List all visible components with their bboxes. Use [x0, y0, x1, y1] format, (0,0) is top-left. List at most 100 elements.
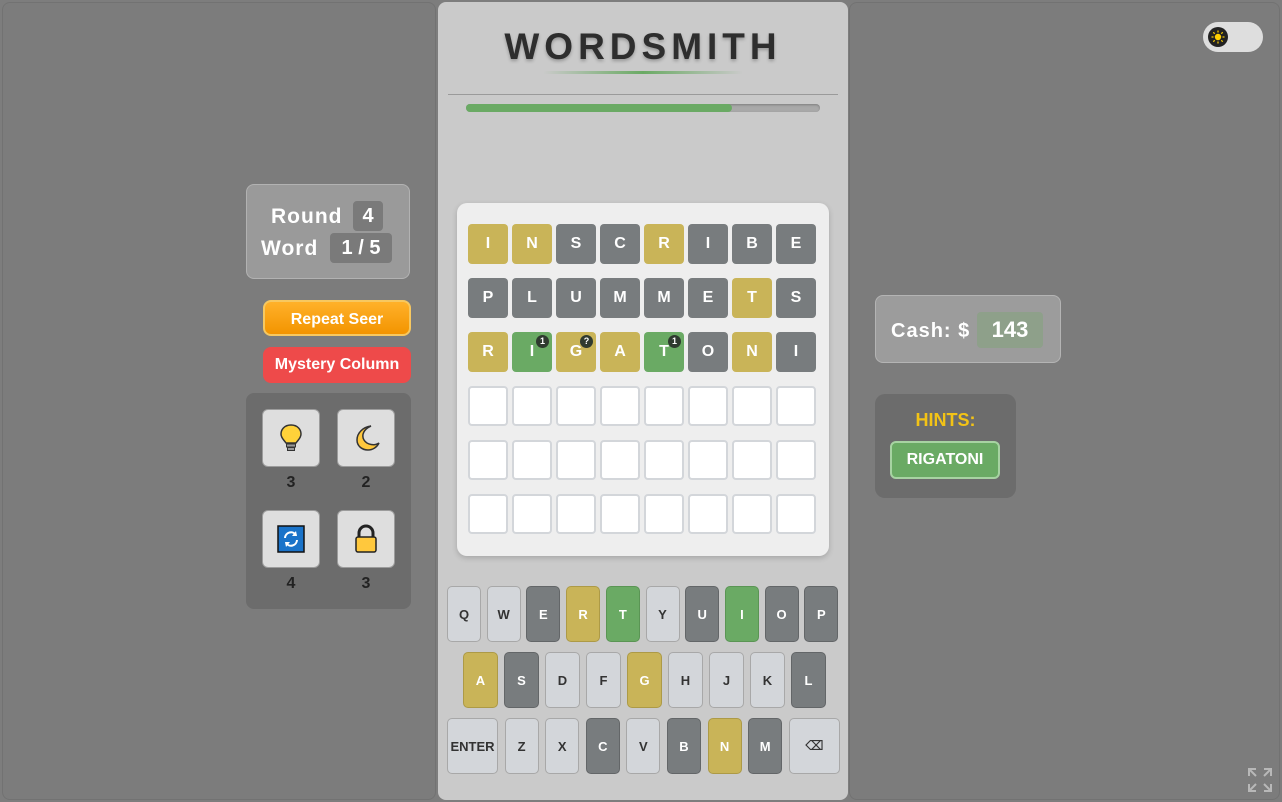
board-tile: [556, 440, 596, 480]
board-tile: [600, 494, 640, 534]
board-tile: [600, 440, 640, 480]
lightbulb-icon: [280, 424, 302, 451]
board-tile: G?: [556, 332, 596, 372]
key-u[interactable]: U: [685, 586, 720, 642]
theme-toggle[interactable]: [1203, 22, 1263, 52]
key-b[interactable]: B: [667, 718, 701, 774]
tile-letter: N: [746, 343, 758, 360]
tile-badge: 1: [536, 335, 549, 348]
board-tile: [556, 494, 596, 534]
fullscreen-icon[interactable]: [1247, 767, 1273, 793]
board-tile: E: [688, 278, 728, 318]
key-t[interactable]: T: [605, 586, 640, 642]
key-c[interactable]: C: [585, 718, 620, 774]
tile-letter: P: [482, 289, 494, 306]
board-tile: [556, 386, 596, 426]
tile-letter: S: [570, 235, 582, 252]
board-tile: S: [556, 224, 596, 264]
tile-letter: L: [527, 289, 537, 306]
key-f[interactable]: F: [586, 652, 621, 708]
hint-word-chip[interactable]: RIGATONI: [890, 441, 1000, 479]
tile-letter: M: [657, 289, 671, 306]
enter-key[interactable]: ENTER: [447, 718, 498, 774]
board-tile: [512, 386, 552, 426]
board-tile: [468, 440, 508, 480]
key-v[interactable]: V: [626, 718, 661, 774]
word-label: Word: [261, 237, 319, 260]
board-tile: L: [512, 278, 552, 318]
round-info: Round 4 Word 1 / 5: [246, 184, 410, 279]
repeat-seer-button[interactable]: Repeat Seer: [263, 300, 411, 336]
key-o[interactable]: O: [764, 586, 799, 642]
key-x[interactable]: X: [545, 718, 580, 774]
tile-letter: C: [614, 235, 626, 252]
header-divider: [448, 94, 838, 95]
progress-fill: [466, 104, 732, 112]
hints-panel: HINTS: RIGATONI: [875, 394, 1016, 498]
board-tile: [688, 494, 728, 534]
key-z[interactable]: Z: [504, 718, 539, 774]
board-row: [468, 386, 816, 426]
board-tile: [644, 386, 684, 426]
board-tile: [644, 440, 684, 480]
tile-letter: I: [793, 343, 799, 360]
tile-letter: S: [790, 289, 802, 306]
key-h[interactable]: H: [668, 652, 703, 708]
board-tile: I: [688, 224, 728, 264]
lock-tool-button[interactable]: [337, 510, 395, 568]
board-row: [468, 440, 816, 480]
key-s[interactable]: S: [504, 652, 539, 708]
key-p[interactable]: P: [804, 586, 839, 642]
tile-badge: ?: [580, 335, 593, 348]
tile-badge: 1: [668, 335, 681, 348]
progress-bar: [466, 104, 820, 112]
key-m[interactable]: M: [748, 718, 783, 774]
key-d[interactable]: D: [545, 652, 580, 708]
board-tile: [468, 386, 508, 426]
key-l[interactable]: L: [791, 652, 826, 708]
key-r[interactable]: R: [566, 586, 601, 642]
tile-letter: I: [705, 235, 711, 252]
board-tile: [732, 494, 772, 534]
key-q[interactable]: Q: [447, 586, 481, 642]
tile-letter: T: [659, 343, 669, 360]
board-tile: [776, 494, 816, 534]
refresh-icon: [277, 525, 305, 553]
board-tile: I: [776, 332, 816, 372]
board-tile: O: [688, 332, 728, 372]
board-tile: [512, 494, 552, 534]
board-tile: [468, 494, 508, 534]
hint-tool-button[interactable]: [262, 409, 320, 467]
lock-icon: [355, 524, 377, 553]
key-g[interactable]: G: [627, 652, 662, 708]
tile-letter: R: [482, 343, 494, 360]
round-value: 4: [353, 201, 383, 231]
mystery-column-button[interactable]: Mystery Column: [263, 347, 411, 383]
board-tile: [600, 386, 640, 426]
key-y[interactable]: Y: [645, 586, 680, 642]
cash-value: 143: [977, 312, 1043, 348]
board-tile: R: [468, 332, 508, 372]
board-tile: U: [556, 278, 596, 318]
guess-board: I N S C R I B E P L U M M E T S R I 1 G? A T 1 O N I: [457, 203, 829, 556]
refresh-tool-count: 4: [286, 575, 296, 592]
key-e[interactable]: E: [526, 586, 561, 642]
board-tile: [776, 386, 816, 426]
moon-tool-button[interactable]: [337, 409, 395, 467]
refresh-tool-button[interactable]: [262, 510, 320, 568]
key-w[interactable]: W: [486, 586, 521, 642]
board-row: [468, 494, 816, 534]
board-tile: [688, 386, 728, 426]
key-a[interactable]: A: [463, 652, 498, 708]
key-j[interactable]: J: [709, 652, 744, 708]
backspace-key[interactable]: ⌫: [788, 718, 840, 774]
key-n[interactable]: N: [707, 718, 742, 774]
tile-letter: U: [570, 289, 582, 306]
board-tile: M: [644, 278, 684, 318]
board-tile: A: [600, 332, 640, 372]
key-k[interactable]: K: [750, 652, 785, 708]
tile-letter: E: [702, 289, 714, 306]
key-i[interactable]: I: [724, 586, 759, 642]
board-tile: R: [644, 224, 684, 264]
tile-letter: O: [701, 343, 715, 360]
